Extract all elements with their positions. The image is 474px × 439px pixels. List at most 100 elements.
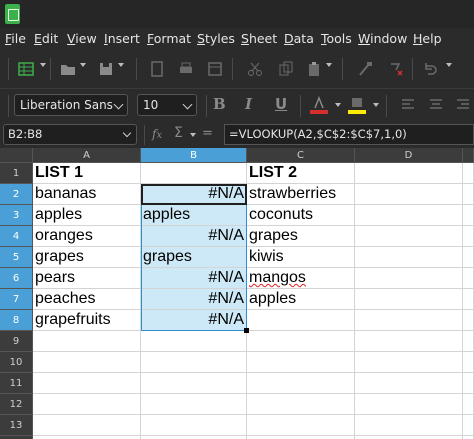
row-header-10[interactable]: 10: [0, 352, 33, 373]
cell-e8[interactable]: [463, 310, 474, 331]
menu-sheet[interactable]: Sheet: [241, 31, 277, 46]
cell-c13[interactable]: [247, 415, 355, 436]
cell-b4[interactable]: #N/A: [141, 226, 247, 247]
cell-d3[interactable]: [355, 205, 463, 226]
cell-a8[interactable]: grapefruits: [33, 310, 141, 331]
cell-b11[interactable]: [141, 373, 247, 394]
align-center-icon[interactable]: [429, 98, 443, 112]
cell-c6[interactable]: mangos: [247, 268, 355, 289]
copy-icon[interactable]: [278, 61, 294, 77]
cell-b9[interactable]: [141, 331, 247, 352]
cell-a9[interactable]: [33, 331, 141, 352]
print-preview-icon[interactable]: [207, 61, 223, 77]
equals-icon[interactable]: =: [202, 126, 213, 141]
menu-insert[interactable]: Insert: [104, 31, 140, 46]
cell-b10[interactable]: [141, 352, 247, 373]
cell-d13[interactable]: [355, 415, 463, 436]
row-header-13[interactable]: 13: [0, 415, 33, 436]
menu-help[interactable]: Help: [413, 31, 442, 46]
chevron-down-icon[interactable]: [80, 63, 86, 67]
chevron-down-icon[interactable]: [118, 63, 124, 67]
cell-a13[interactable]: [33, 415, 141, 436]
cell-a5[interactable]: grapes: [33, 247, 141, 268]
underline-button[interactable]: U: [275, 95, 287, 113]
chevron-down-icon[interactable]: [122, 128, 132, 138]
open-folder-icon[interactable]: [60, 61, 76, 77]
chevron-down-icon[interactable]: [190, 133, 196, 137]
cell-c4[interactable]: grapes: [247, 226, 355, 247]
column-header-b[interactable]: B: [141, 148, 247, 163]
row-header-12[interactable]: 12: [0, 394, 33, 415]
cell-b3[interactable]: apples: [141, 205, 247, 226]
cell-a1[interactable]: LIST 1: [33, 163, 141, 184]
cell-a12[interactable]: [33, 394, 141, 415]
menu-file[interactable]: File: [5, 31, 26, 46]
cell-a2[interactable]: bananas: [33, 184, 141, 205]
cell-d11[interactable]: [355, 373, 463, 394]
cell-e5[interactable]: [463, 247, 474, 268]
row-header-6[interactable]: 6: [0, 268, 33, 289]
cell-c3[interactable]: coconuts: [247, 205, 355, 226]
menu-format[interactable]: Format: [147, 31, 191, 46]
sum-icon[interactable]: Σ: [174, 125, 183, 141]
cell-d12[interactable]: [355, 394, 463, 415]
cell-b8[interactable]: #N/A: [141, 310, 247, 331]
cell-c7[interactable]: apples: [247, 289, 355, 310]
cell-d7[interactable]: [355, 289, 463, 310]
undo-icon[interactable]: [422, 61, 438, 77]
cell-e10[interactable]: [463, 352, 474, 373]
cell-a3[interactable]: apples: [33, 205, 141, 226]
column-header-c[interactable]: C: [247, 148, 355, 163]
cell-c8[interactable]: [247, 310, 355, 331]
row-header-3[interactable]: 3: [0, 205, 33, 226]
font-color-icon[interactable]: [308, 95, 330, 115]
save-icon[interactable]: [98, 61, 114, 77]
column-header-e[interactable]: [463, 148, 474, 163]
cell-c10[interactable]: [247, 352, 355, 373]
align-right-icon[interactable]: [456, 98, 470, 112]
cell-a10[interactable]: [33, 352, 141, 373]
cell-e3[interactable]: [463, 205, 474, 226]
bold-button[interactable]: B: [213, 95, 226, 113]
chevron-down-icon[interactable]: [113, 99, 124, 110]
row-header-5[interactable]: 5: [0, 247, 33, 268]
select-all-corner[interactable]: [0, 148, 33, 163]
cell-e6[interactable]: [463, 268, 474, 289]
cell-e9[interactable]: [463, 331, 474, 352]
cell-a4[interactable]: oranges: [33, 226, 141, 247]
align-left-icon[interactable]: [401, 98, 415, 112]
cell-e1[interactable]: [463, 163, 474, 184]
menu-data[interactable]: Data: [284, 31, 314, 46]
cell-c2[interactable]: strawberries: [247, 184, 355, 205]
cell-d10[interactable]: [355, 352, 463, 373]
menu-view[interactable]: View: [67, 31, 97, 46]
chevron-down-icon[interactable]: [326, 63, 332, 67]
chevron-down-icon[interactable]: [335, 103, 341, 107]
cell-d8[interactable]: [355, 310, 463, 331]
cell-c1[interactable]: LIST 2: [247, 163, 355, 184]
cell-e13[interactable]: [463, 415, 474, 436]
cell-c11[interactable]: [247, 373, 355, 394]
cell-e7[interactable]: [463, 289, 474, 310]
cell-e2[interactable]: [463, 184, 474, 205]
row-header-8[interactable]: 8: [0, 310, 33, 331]
cell-c5[interactable]: kiwis: [247, 247, 355, 268]
chevron-down-icon[interactable]: [40, 63, 46, 67]
clone-formatting-icon[interactable]: [357, 61, 373, 77]
print-icon[interactable]: [178, 61, 194, 77]
row-header-11[interactable]: 11: [0, 373, 33, 394]
cell-d5[interactable]: [355, 247, 463, 268]
row-header-7[interactable]: 7: [0, 289, 33, 310]
row-header-2[interactable]: 2: [0, 184, 33, 205]
italic-button[interactable]: I: [245, 95, 252, 113]
font-name-combobox[interactable]: Liberation Sans: [14, 94, 128, 116]
menu-styles[interactable]: Styles: [197, 31, 235, 46]
cell-d4[interactable]: [355, 226, 463, 247]
column-header-a[interactable]: A: [33, 148, 141, 163]
cell-b2[interactable]: #N/A: [141, 184, 247, 205]
cell-a7[interactable]: peaches: [33, 289, 141, 310]
cell-d2[interactable]: [355, 184, 463, 205]
row-header-4[interactable]: 4: [0, 226, 33, 247]
chevron-down-icon[interactable]: [373, 103, 379, 107]
clear-formatting-icon[interactable]: [388, 61, 404, 77]
